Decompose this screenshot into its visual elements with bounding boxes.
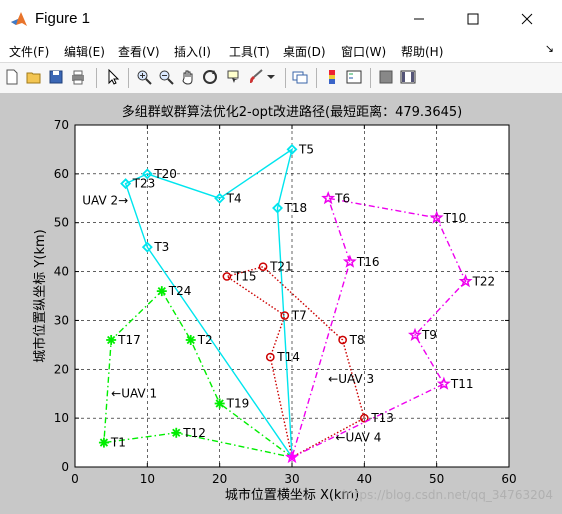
legend-icon[interactable] xyxy=(346,69,362,85)
x-tick-label: 60 xyxy=(501,472,516,486)
figure-canvas: 0 10 20 30 40 50 60 0 10 20 30 40 50 60 70 T19 T2 T24 T17… xyxy=(0,93,562,514)
close-button[interactable] xyxy=(504,0,550,38)
menu-file[interactable]: 文件(F) xyxy=(9,43,49,60)
target-label: T15 xyxy=(233,269,257,283)
menu-tools[interactable]: 工具(T) xyxy=(229,43,270,60)
target-label: T3 xyxy=(153,240,169,254)
target-label: T1 xyxy=(110,436,126,450)
target-point-T2 xyxy=(185,334,196,345)
toolbar-overflow-icon[interactable]: ↘ xyxy=(545,42,554,55)
uav-label: UAV 2→ xyxy=(82,194,128,208)
target-label: T16 xyxy=(356,255,380,269)
target-label: T12 xyxy=(182,426,206,440)
data-cursor-icon[interactable] xyxy=(226,69,242,85)
target-label: T19 xyxy=(226,396,250,410)
uav-label: ←UAV 1 xyxy=(111,387,157,401)
x-tick-label: 30 xyxy=(284,472,299,486)
menu-view[interactable]: 查看(V) xyxy=(118,43,160,60)
target-point-T24 xyxy=(156,286,167,297)
watermark: https://blog.csdn.net/qq_34763204 xyxy=(342,488,553,502)
toolbar xyxy=(0,62,562,94)
close-icon xyxy=(521,13,533,25)
pointer-icon[interactable] xyxy=(105,69,121,85)
y-tick-label: 60 xyxy=(54,167,69,181)
x-tick-label: 20 xyxy=(212,472,227,486)
depot-dot xyxy=(289,454,295,460)
plot-svg: 0 10 20 30 40 50 60 0 10 20 30 40 50 60 70 T19 T2 T24 T17… xyxy=(32,104,553,503)
print-icon[interactable] xyxy=(70,69,86,85)
target-point-T17 xyxy=(106,334,117,345)
window-title: Figure 1 xyxy=(35,10,91,27)
target-label: T7 xyxy=(291,309,307,323)
show-plot-tools-icon[interactable] xyxy=(400,69,416,85)
y-axis-label: 城市位置纵坐标 Y(km) xyxy=(32,229,48,362)
target-label: T20 xyxy=(153,167,177,181)
x-tick-label: 0 xyxy=(71,472,79,486)
hide-plot-tools-icon[interactable] xyxy=(378,69,394,85)
target-label: T21 xyxy=(269,260,293,274)
pan-icon[interactable] xyxy=(180,69,196,85)
matlab-logo-icon xyxy=(11,12,27,26)
target-label: T23 xyxy=(132,177,156,191)
target-label: T2 xyxy=(197,333,213,347)
target-point-T12 xyxy=(171,427,182,438)
minimize-icon xyxy=(414,18,424,20)
target-label: T6 xyxy=(334,191,350,205)
x-tick-label: 50 xyxy=(429,472,444,486)
title-bar: Figure 1 xyxy=(0,0,562,38)
maximize-icon xyxy=(467,13,479,25)
chart-title: 多组群蚁群算法优化2-opt改进路径(最短距离：479.3645) xyxy=(122,104,462,120)
y-tick-label: 30 xyxy=(54,313,69,327)
uav-label: ←UAV 3 xyxy=(328,372,374,386)
target-label: T11 xyxy=(450,377,474,391)
x-axis-label: 城市位置横坐标 X(km) xyxy=(225,487,359,503)
target-label: T10 xyxy=(443,211,467,225)
menu-edit[interactable]: 编辑(E) xyxy=(64,43,105,60)
target-label: T9 xyxy=(421,328,437,342)
target-label: T5 xyxy=(298,142,314,156)
menu-bar: 文件(F) 编辑(E) 查看(V) 插入(I) 工具(T) 桌面(D) 窗口(W… xyxy=(0,38,562,62)
save-icon[interactable] xyxy=(48,69,64,85)
target-label: T4 xyxy=(226,191,242,205)
menu-insert[interactable]: 插入(I) xyxy=(174,43,211,60)
zoom-in-icon[interactable] xyxy=(136,69,152,85)
target-label: T8 xyxy=(349,333,365,347)
y-tick-label: 70 xyxy=(54,118,69,132)
minimize-button[interactable] xyxy=(396,0,442,38)
brush-icon[interactable] xyxy=(248,69,264,85)
target-label: T24 xyxy=(168,284,192,298)
y-tick-label: 0 xyxy=(61,460,69,474)
y-tick-label: 10 xyxy=(54,411,69,425)
target-label: T14 xyxy=(276,350,300,364)
target-label: T17 xyxy=(117,333,141,347)
y-tick-label: 20 xyxy=(54,362,69,376)
x-tick-label: 40 xyxy=(357,472,372,486)
maximize-button[interactable] xyxy=(450,0,496,38)
target-point-T1 xyxy=(98,437,109,448)
target-point-T19 xyxy=(214,398,225,409)
uav-label: ←UAV 4 xyxy=(335,431,381,445)
brush-dropdown-icon[interactable] xyxy=(264,69,280,85)
menu-desktop[interactable]: 桌面(D) xyxy=(283,43,326,60)
menu-window[interactable]: 窗口(W) xyxy=(341,43,386,60)
zoom-out-icon[interactable] xyxy=(158,69,174,85)
target-label: T22 xyxy=(472,274,496,288)
menu-help[interactable]: 帮助(H) xyxy=(401,43,443,60)
y-tick-label: 50 xyxy=(54,216,69,230)
target-label: T18 xyxy=(284,201,308,215)
new-figure-icon[interactable] xyxy=(4,69,20,85)
target-label: T13 xyxy=(370,411,394,425)
colorbar-icon[interactable] xyxy=(324,69,340,85)
rotate-icon[interactable] xyxy=(202,69,218,85)
link-plot-icon[interactable] xyxy=(292,69,308,85)
y-tick-label: 40 xyxy=(54,265,69,279)
open-file-icon[interactable] xyxy=(26,69,42,85)
x-tick-label: 10 xyxy=(140,472,155,486)
